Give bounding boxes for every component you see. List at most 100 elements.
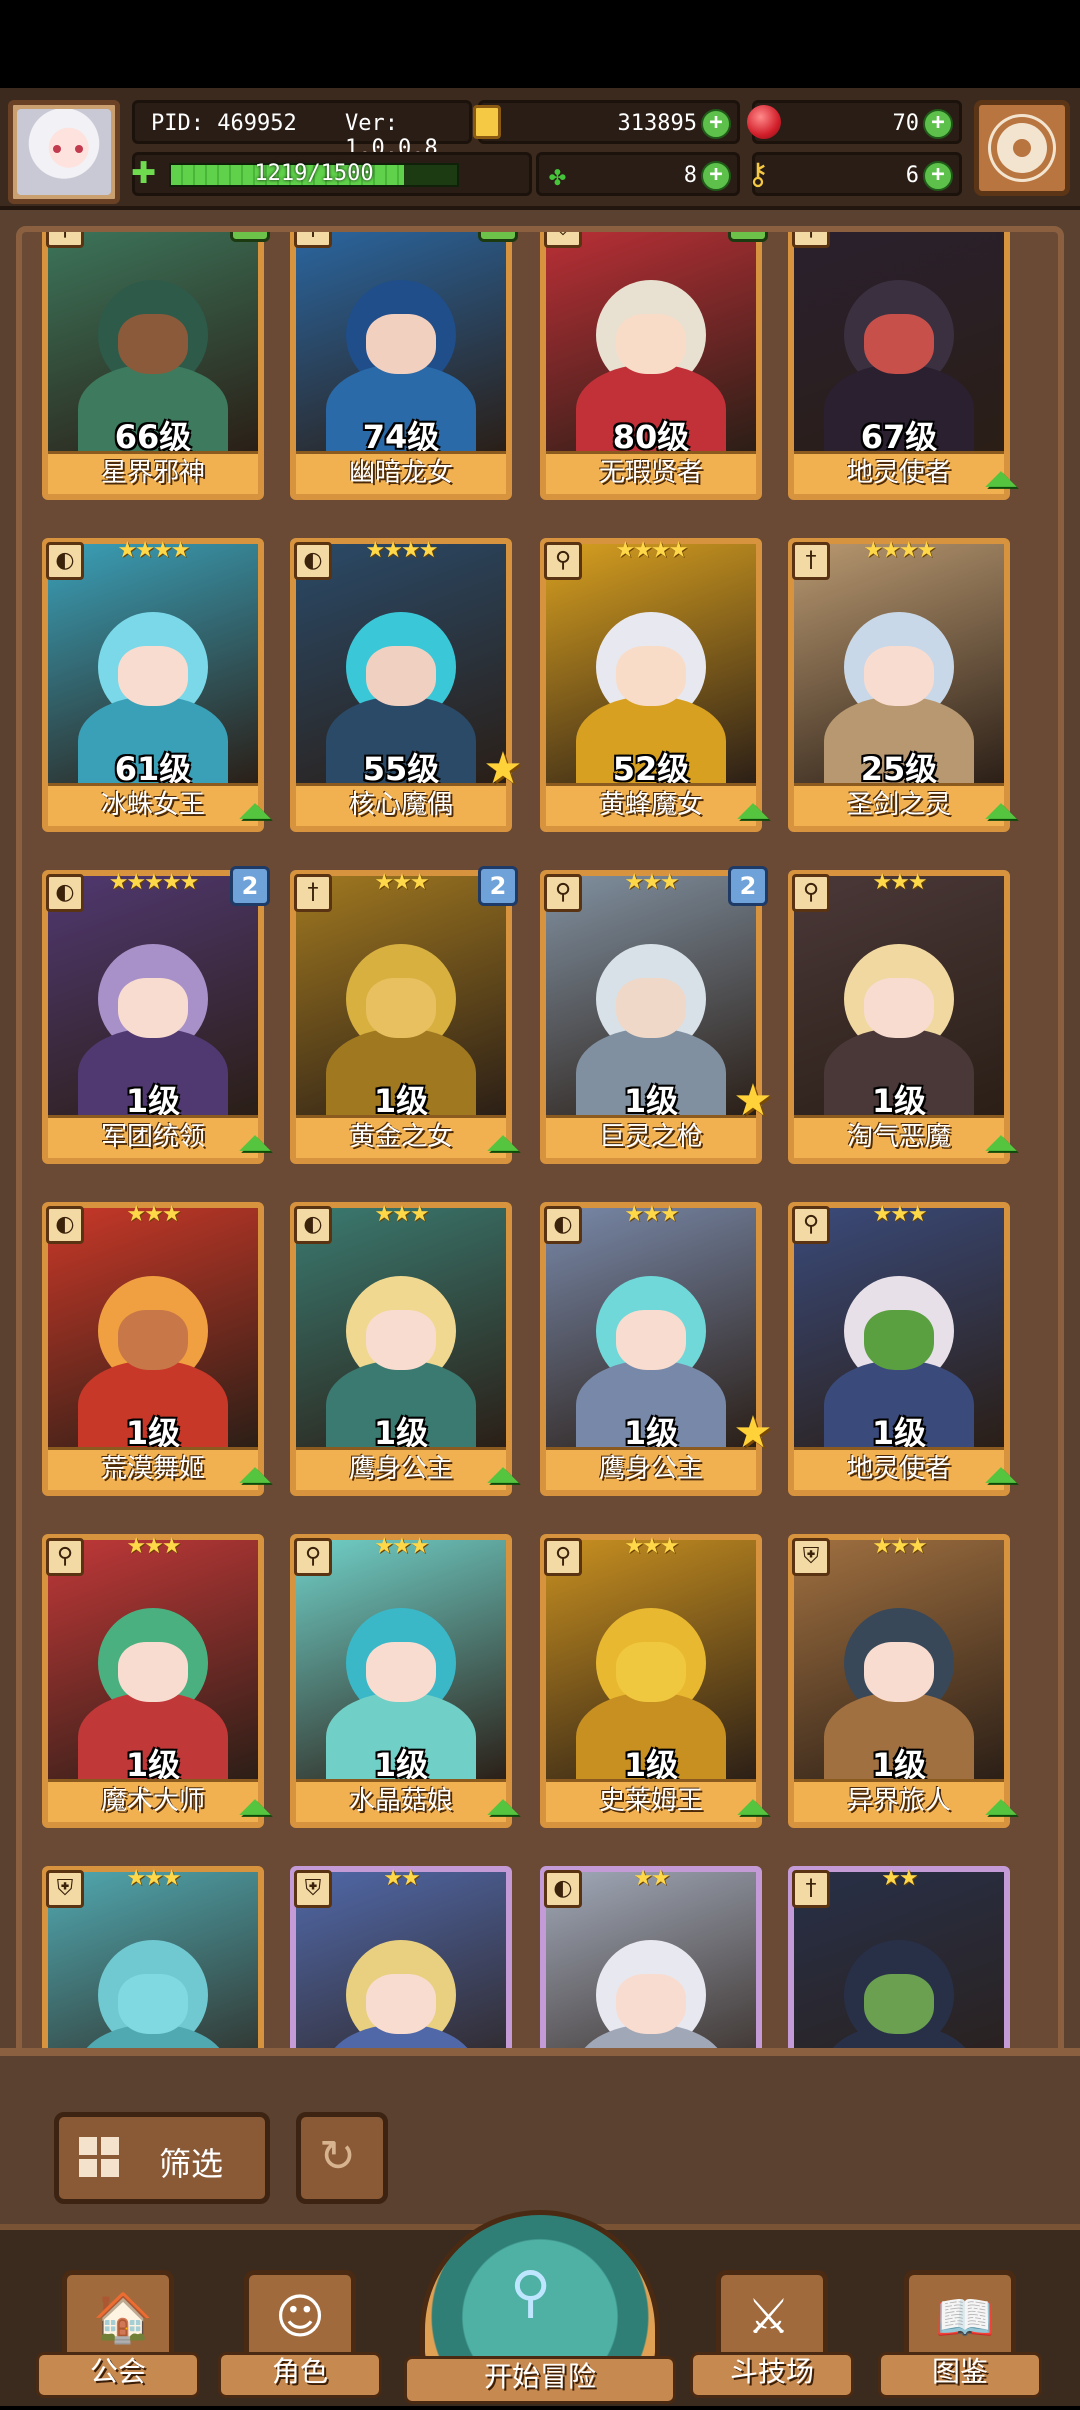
portrait-face — [616, 645, 686, 706]
portrait-face — [366, 313, 436, 374]
character-card[interactable]: 1级 地灵使者 ⚲ ★★★ ⏶ — [788, 1202, 1019, 1498]
card-name: 黄蜂魔女 — [546, 783, 756, 826]
star-rating: ★★★★★ — [540, 226, 762, 231]
card-frame: 25级 圣剑之灵 — [788, 538, 1010, 832]
portrait-face — [864, 1973, 934, 2034]
sword-class-icon: † — [294, 232, 332, 248]
portrait-face — [366, 1973, 436, 2034]
star-rating: ★★★ — [126, 1866, 181, 1891]
card-frame: 1级 黄金之女 — [290, 870, 512, 1164]
card-frame: 1级 地灵使者 — [788, 1202, 1010, 1496]
character-card[interactable]: 80级无瑕贤者⛨★★★★★1 — [540, 226, 768, 500]
character-icon: ☺ — [275, 2289, 326, 2345]
character-card[interactable]: 1级 军团统领 ◐ ★★★★★ 2 ⏶ — [42, 866, 273, 1166]
star-rating: ★★★ — [624, 1202, 679, 1227]
player-id: PID: 469952 — [151, 111, 297, 136]
star-rating: ★★★★★ — [42, 226, 264, 231]
character-card[interactable]: 67级地灵使者⚲★★★★ ⏶ — [788, 232, 1019, 502]
character-card[interactable]: 1级 鹰身公主 ◐ ★★★ ⏶ — [290, 1202, 521, 1498]
portrait-face — [118, 1309, 188, 1370]
rank-badge: 1 — [478, 232, 518, 242]
gem-value: 70 — [892, 111, 920, 136]
card-frame: 1级 巨灵之枪 — [540, 870, 762, 1164]
nav-start-adventure[interactable]: ⚲ 开始冒险 — [404, 2210, 676, 2410]
card-name: 魔术大师 — [48, 1779, 258, 1822]
character-card[interactable]: 1级 水晶菇娘 ⚲ ★★★ ⏶ — [290, 1534, 521, 1830]
exp-bar: ✚ 1219/1500 — [131, 152, 532, 196]
upgrade-arrow-icon: ⏶ — [983, 1450, 1019, 1501]
card-name: 无瑕贤者 — [546, 451, 756, 494]
filter-label: 筛选 — [159, 2145, 224, 2183]
card-frame: 1级 史莱姆王 — [540, 1534, 762, 1828]
character-card[interactable]: 1级 魔术大师 ⚲ ★★★ ⏶ — [42, 1534, 273, 1830]
character-card[interactable]: 1级 黄金之女 † ★★★ 2 ⏶ — [290, 866, 521, 1166]
add-gold-button[interactable]: + — [701, 109, 731, 139]
character-card[interactable]: 66级星界邪神⚲★★★★★1 — [42, 226, 270, 500]
character-card[interactable]: 61级 冰蛛女王 ◐ ★★★★ ⏶ — [42, 538, 273, 834]
clover-value: 8 — [683, 163, 697, 188]
portrait-face — [616, 1309, 686, 1370]
wand-class-icon: ⚲ — [792, 232, 830, 248]
card-name: 巨灵之枪 — [546, 1115, 756, 1158]
character-card[interactable]: 1级 荒漠舞姬 ◐ ★★★ ⏶ — [42, 1202, 273, 1498]
star-upgrade-icon: ★ — [733, 1075, 773, 1126]
upgrade-arrow-icon: ⏶ — [237, 786, 273, 837]
grid-icon — [79, 2137, 119, 2177]
add-key-button[interactable]: + — [923, 161, 953, 191]
add-gem-button[interactable]: + — [923, 109, 953, 139]
settings-button[interactable] — [974, 100, 1070, 196]
card-name: 冰蛛女王 — [48, 783, 258, 826]
portrait-face — [118, 645, 188, 706]
star-rating: ★★★★ — [863, 538, 937, 563]
star-rating: ★★★★★ — [290, 226, 512, 231]
character-card[interactable]: 1级 巨灵之枪 ⚲ ★★★ 2 ★ — [540, 866, 773, 1164]
card-name: 圣剑之灵 — [794, 783, 1004, 826]
exp-icon: ✚ — [131, 156, 157, 191]
card-name: 水晶菇娘 — [296, 1779, 506, 1822]
star-rating: ★★★ — [126, 1534, 181, 1559]
gold-value: 313895 — [617, 111, 697, 136]
rank-badge: 1 — [230, 232, 270, 242]
card-frame: 66级 星界邪神 — [42, 232, 264, 500]
character-card[interactable]: 55级 核心魔偶 ◐ ★★★★ ★ — [290, 538, 523, 832]
nav-character-label: 角色 — [218, 2352, 382, 2398]
star-rating: ★★★ — [374, 1534, 429, 1559]
character-card[interactable]: 52级 黄蜂魔女 ⚲ ★★★★ ⏶ — [540, 538, 771, 834]
player-avatar[interactable] — [8, 100, 120, 204]
card-frame: 61级 冰蛛女王 — [42, 538, 264, 832]
star-rating: ★★★★ — [365, 538, 439, 563]
character-card[interactable]: 74级幽暗龙女†★★★★★1 — [290, 226, 518, 500]
nav-arena-label: 斗技场 — [690, 2352, 854, 2398]
avatar-portrait — [17, 109, 111, 195]
nav-arena[interactable]: ⚔ 斗技场 — [690, 2270, 854, 2398]
gem-counter: 70 + — [747, 100, 962, 144]
card-name: 地灵使者 — [794, 1447, 1004, 1490]
portrait-face — [864, 1641, 934, 1702]
bottom-nav: 🏠 公会 ☺ 角色 ⚲ 开始冒险 ⚔ 斗技场 📖 图鉴 — [0, 2210, 1080, 2406]
add-clover-button[interactable]: + — [701, 161, 731, 191]
ruby-icon — [747, 105, 781, 139]
card-frame: 1级 军团统领 — [42, 870, 264, 1164]
filter-button[interactable]: 筛选 — [54, 2112, 270, 2204]
star-rating: ★★★ — [126, 1202, 181, 1227]
nav-codex[interactable]: 📖 图鉴 — [878, 2270, 1042, 2398]
exp-text: 1219/1500 — [254, 161, 374, 186]
nav-guild[interactable]: 🏠 公会 — [36, 2270, 200, 2398]
gold-counter: 313895 + — [473, 100, 740, 144]
nav-character[interactable]: ☺ 角色 — [218, 2270, 382, 2398]
portrait-face — [616, 977, 686, 1038]
character-card[interactable]: 1级 异界旅人 ⛨ ★★★ ⏶ — [788, 1534, 1019, 1830]
star-rating: ★★ — [881, 1866, 918, 1891]
refresh-button[interactable]: ↻ — [296, 2112, 388, 2204]
upgrade-arrow-icon: ⏶ — [983, 786, 1019, 837]
star-rating: ★★★★ — [117, 538, 191, 563]
character-card[interactable]: 1级 鹰身公主 ◐ ★★★ ★ — [540, 1202, 773, 1496]
portrait-face — [118, 313, 188, 374]
character-card[interactable]: 25级 圣剑之灵 † ★★★★ ⏶ — [788, 538, 1019, 834]
character-card[interactable]: 1级 淘气恶魔 ⚲ ★★★ ⏶ — [788, 870, 1019, 1166]
character-card[interactable]: 1级 史莱姆王 ⚲ ★★★ ⏶ — [540, 1534, 771, 1830]
card-frame: 52级 黄蜂魔女 — [540, 538, 762, 832]
portrait-face — [864, 313, 934, 374]
clover-icon: ✤ — [549, 159, 566, 192]
game-screen: PID: 469952 Ver: 1.0.0.8 313895 + 70 + ✚… — [0, 88, 1080, 2406]
